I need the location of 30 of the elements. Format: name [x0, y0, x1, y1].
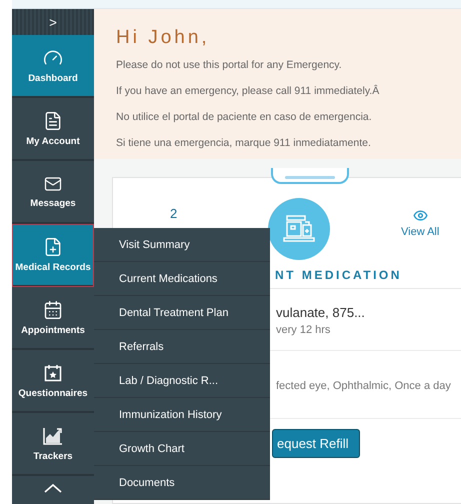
submenu-item[interactable]: Immunization History — [94, 398, 270, 432]
emergency-notice: Please do not use this portal for any Emergency. — [116, 59, 343, 71]
area-chart-icon — [42, 426, 64, 446]
medication-name: vulanate, 875... — [276, 305, 366, 320]
mail-icon — [44, 174, 62, 192]
card-tab[interactable] — [271, 168, 349, 184]
nav-item[interactable]: Dashboard — [12, 35, 94, 98]
file-plus-icon — [43, 236, 63, 256]
submenu-item[interactable]: Visit Summary — [94, 228, 270, 262]
medication-detail: very 12 hrs — [276, 324, 332, 336]
emergency-notice: No utilice el portal de paciente en caso de emergencia. — [116, 111, 373, 123]
submenu-item[interactable]: Dental Treatment Plan — [94, 296, 270, 330]
nav-item[interactable]: Medical Records — [12, 224, 94, 287]
medication-detail: fected eye, Ophthalmic, Once a day — [276, 380, 452, 392]
document-icon — [43, 110, 63, 130]
submenu-item[interactable]: Referrals — [94, 330, 270, 364]
eye-icon — [412, 208, 428, 223]
sidebar-toggle[interactable]: > — [12, 9, 94, 35]
calendar-icon — [43, 300, 63, 320]
submenu-item[interactable]: Lab / Diagnostic R... — [94, 364, 270, 398]
greeting-title: Hi John, — [116, 27, 211, 49]
submenu-item[interactable]: Current Medications — [94, 262, 270, 296]
submenu-item[interactable]: Growth Chart — [94, 432, 270, 466]
emergency-notice: If you have an emergency, please call 911 immediately.Â — [116, 85, 380, 97]
submenu-item[interactable]: Documents — [94, 466, 270, 500]
emergency-notice: Si tiene una emergencia, marque 911 inmediatamente. — [116, 137, 372, 149]
gauge-icon — [43, 48, 63, 68]
view-all-link[interactable]: View All — [401, 208, 440, 238]
count-label: 2 — [170, 206, 178, 221]
request-refill-button[interactable]: equest Refill — [272, 429, 360, 458]
